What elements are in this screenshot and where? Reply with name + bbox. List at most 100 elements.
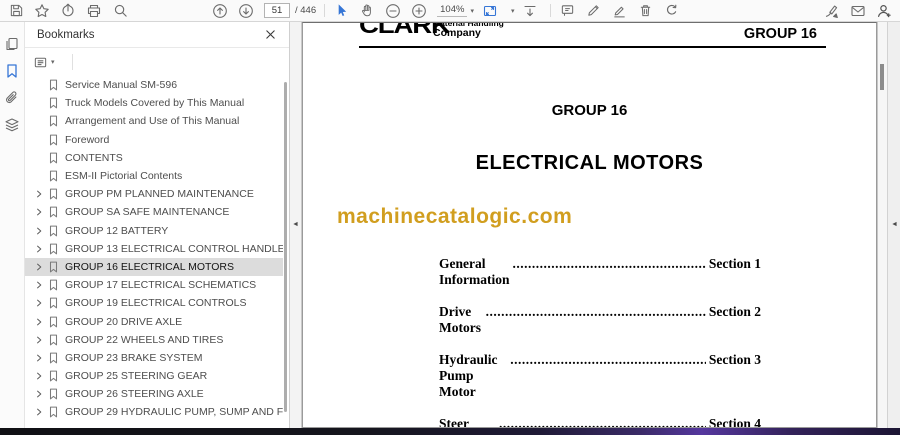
- fit-dropdown-caret[interactable]: ▾: [511, 7, 515, 15]
- toolbar-separator: [324, 4, 326, 17]
- favorite-star-icon[interactable]: [34, 3, 50, 19]
- chevron-right-icon[interactable]: [32, 315, 45, 328]
- rotate-button[interactable]: [663, 3, 679, 19]
- chevron-right-icon[interactable]: [32, 206, 45, 219]
- chevron-right-icon[interactable]: [32, 224, 45, 237]
- bookmark-label: GROUP 29 HYDRAULIC PUMP, SUMP AND FILTER…: [65, 406, 283, 419]
- bookmark-icon: [47, 133, 60, 146]
- zoom-dropdown-caret[interactable]: ▾: [470, 7, 474, 15]
- chevron-right-icon[interactable]: [32, 279, 45, 292]
- page-down-button[interactable]: [238, 3, 254, 19]
- bookmark-item[interactable]: Arrangement and Use of This Manual: [25, 112, 283, 130]
- bookmark-item[interactable]: GROUP PM PLANNED MAINTENANCE: [25, 185, 283, 203]
- panel-icon-strip: [0, 22, 25, 428]
- layers-panel-icon[interactable]: [4, 117, 20, 133]
- close-panel-icon[interactable]: [263, 28, 277, 42]
- profile-button[interactable]: [876, 3, 892, 19]
- highlighter-button[interactable]: [611, 3, 627, 19]
- select-cursor-icon[interactable]: [333, 3, 349, 19]
- bookmark-item[interactable]: GROUP SA SAFE MAINTENANCE: [25, 203, 283, 221]
- bookmark-label: Truck Models Covered by This Manual: [65, 97, 245, 110]
- pages-panel-icon[interactable]: [4, 36, 20, 52]
- bookmark-icon: [47, 370, 60, 383]
- bookmark-icon: [47, 351, 60, 364]
- bookmark-item[interactable]: GROUP 19 ELECTRICAL CONTROLS: [25, 294, 283, 312]
- page-up-button[interactable]: [212, 3, 228, 19]
- main-area: Bookmarks ▾ Service Manual SM-596 Truck …: [0, 22, 900, 428]
- logo-subtitle-bottom: Company: [433, 27, 481, 39]
- bookmark-label: GROUP 13 ELECTRICAL CONTROL HANDLE: [65, 242, 283, 255]
- page-scrollbar[interactable]: [877, 22, 887, 428]
- bookmark-item[interactable]: GROUP 22 WHEELS AND TIRES: [25, 331, 283, 349]
- bookmark-item[interactable]: GROUP 26 STEERING AXLE: [25, 385, 283, 403]
- chevron-right-icon[interactable]: [32, 370, 45, 383]
- bookmark-item[interactable]: Truck Models Covered by This Manual: [25, 94, 283, 112]
- bookmarks-list: Service Manual SM-596 Truck Models Cover…: [25, 76, 283, 428]
- bookmark-label: GROUP 25 STEERING GEAR: [65, 370, 208, 383]
- bookmarks-panel-icon[interactable]: [4, 63, 20, 79]
- bookmark-icon: [47, 206, 60, 219]
- bookmark-item[interactable]: GROUP 25 STEERING GEAR: [25, 367, 283, 385]
- zoom-in-button[interactable]: [411, 3, 427, 19]
- signature-button[interactable]: [824, 3, 840, 19]
- toc-dot-leader: [499, 416, 706, 427]
- bookmark-icon: [47, 170, 60, 183]
- bookmark-item[interactable]: GROUP 16 ELECTRICAL MOTORS: [25, 257, 283, 277]
- bookmark-label: GROUP 22 WHEELS AND TIRES: [65, 333, 224, 346]
- zoom-out-button[interactable]: [385, 3, 401, 19]
- search-icon[interactable]: [112, 3, 128, 19]
- bookmark-icon: [47, 297, 60, 310]
- bookmark-icon: [47, 115, 60, 128]
- bookmark-item[interactable]: GROUP 23 BRAKE SYSTEM: [25, 349, 283, 367]
- chevron-right-icon[interactable]: [32, 260, 45, 273]
- trash-button[interactable]: [637, 3, 653, 19]
- zoom-level-value[interactable]: 104%: [437, 4, 468, 17]
- bookmark-item[interactable]: GROUP 17 ELECTRICAL SCHEMATICS: [25, 276, 283, 294]
- attachments-panel-icon[interactable]: [4, 90, 20, 106]
- bookmark-label: CONTENTS: [65, 151, 123, 164]
- toc-label: Hydraulic Pump Motor: [439, 352, 498, 399]
- bookmark-icon: [47, 97, 60, 110]
- group-title: GROUP 16: [551, 102, 628, 119]
- collapse-panel-icon[interactable]: ◄: [292, 221, 299, 228]
- chevron-right-icon[interactable]: [32, 333, 45, 346]
- bookmarks-options-button[interactable]: ▾: [33, 55, 63, 70]
- chevron-right-icon[interactable]: [32, 388, 45, 401]
- bookmark-item[interactable]: Service Manual SM-596: [25, 76, 283, 94]
- email-button[interactable]: [850, 3, 866, 19]
- bookmark-item[interactable]: GROUP 13 ELECTRICAL CONTROL HANDLE: [25, 240, 283, 258]
- page-number-input[interactable]: [264, 3, 290, 18]
- bookmark-item[interactable]: GROUP 12 BATTERY: [25, 222, 283, 240]
- collapse-right-icon[interactable]: ◄: [891, 221, 898, 228]
- bookmark-item[interactable]: GROUP 20 DRIVE AXLE: [25, 312, 283, 330]
- print-icon[interactable]: [86, 3, 102, 19]
- chevron-right-icon[interactable]: [32, 297, 45, 310]
- bookmark-item[interactable]: Foreword: [25, 131, 283, 149]
- chevron-right-icon[interactable]: [32, 406, 45, 419]
- chevron-right-icon[interactable]: [32, 188, 45, 201]
- chevron-right-icon[interactable]: [32, 242, 45, 255]
- bookmark-icon: [47, 279, 60, 292]
- toc-section: Section 3: [708, 352, 761, 367]
- fit-width-button[interactable]: [522, 3, 538, 19]
- pencil-button[interactable]: [585, 3, 601, 19]
- bookmark-label: GROUP 23 BRAKE SYSTEM: [65, 351, 203, 364]
- pdf-page: CLARK Material Handling Company GROUP 16…: [302, 22, 877, 428]
- panel-divider[interactable]: ◄: [290, 22, 302, 428]
- bookmark-label: GROUP 19 ELECTRICAL CONTROLS: [65, 297, 247, 310]
- fit-page-button[interactable]: [482, 3, 498, 19]
- save-icon[interactable]: [8, 3, 24, 19]
- share-icon[interactable]: [60, 3, 76, 19]
- bookmark-item[interactable]: ESM-II Pictorial Contents: [25, 167, 283, 185]
- bookmarks-header: Bookmarks: [25, 22, 289, 48]
- options-dropdown-caret[interactable]: ▾: [51, 58, 55, 66]
- bookmarks-scrollbar[interactable]: [284, 82, 287, 412]
- hand-tool-icon[interactable]: [359, 3, 375, 19]
- bookmark-label: GROUP 16 ELECTRICAL MOTORS: [65, 260, 235, 273]
- chevron-right-icon[interactable]: [32, 351, 45, 364]
- bookmark-item[interactable]: CONTENTS: [25, 149, 283, 167]
- comment-button[interactable]: [559, 3, 575, 19]
- bookmark-item[interactable]: GROUP 29 HYDRAULIC PUMP, SUMP AND FILTER…: [25, 403, 283, 421]
- page-scrollbar-thumb[interactable]: [880, 64, 884, 90]
- toc-section: Section 2: [708, 304, 761, 319]
